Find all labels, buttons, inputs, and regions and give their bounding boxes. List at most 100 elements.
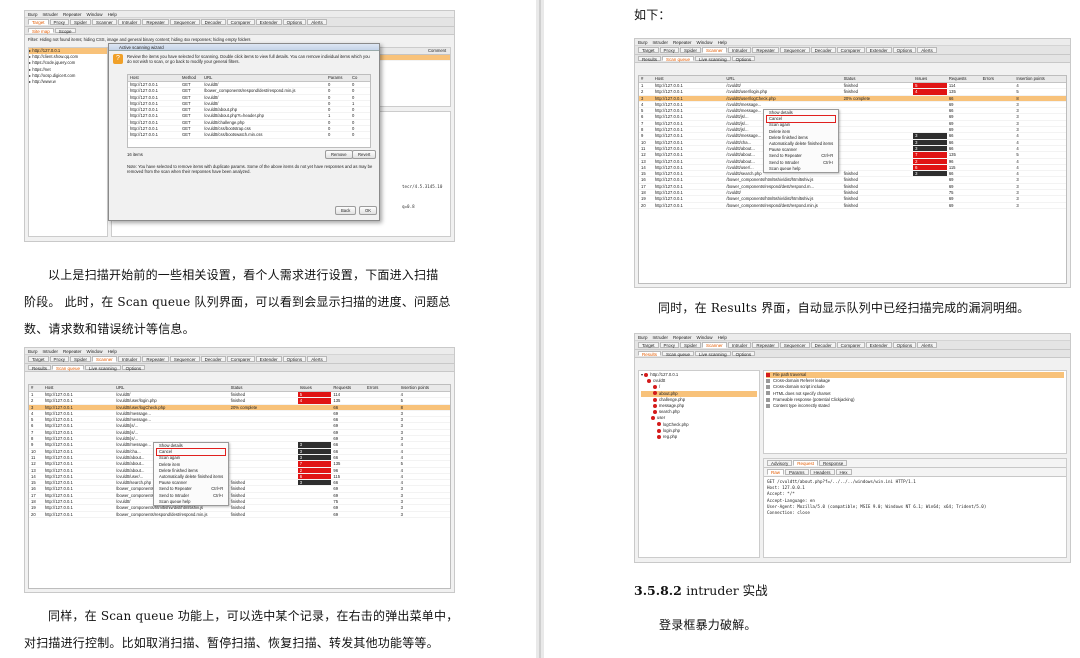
tab-alerts[interactable]: Alerts (917, 342, 937, 348)
tab-response[interactable]: Response (819, 460, 848, 466)
tab-target[interactable]: Target (638, 47, 659, 53)
table-row[interactable]: 20 http://127.0.0.1/bower_components/resp… (639, 203, 1066, 209)
tab-live-scanning[interactable]: Live scanning (695, 56, 731, 62)
menu-item[interactable]: Help (108, 12, 117, 17)
tab-scanner[interactable]: Scanner (702, 47, 727, 53)
tab-extender[interactable]: Extender (865, 47, 892, 53)
tab-proxy[interactable]: Proxy (49, 356, 70, 362)
context-menu-item-scan-queue-help[interactable]: Scan queue help (154, 499, 228, 505)
revert-button[interactable]: Revert (352, 150, 377, 159)
menu-item[interactable]: Intruder (43, 12, 59, 17)
tab-intruder[interactable]: Intruder (117, 19, 142, 25)
tab-live-scanning[interactable]: Live scanning (85, 365, 121, 371)
tab-comparer[interactable]: Comparer (226, 19, 255, 25)
column-header[interactable]: URL (724, 76, 841, 82)
menu-item[interactable]: Intruder (653, 335, 669, 340)
menu-item[interactable]: Burp (28, 12, 38, 17)
tab-raw[interactable]: Raw (767, 469, 785, 475)
column-header[interactable]: # (639, 76, 653, 82)
tab-options[interactable]: Options (892, 47, 917, 53)
column-header[interactable]: Host (653, 76, 725, 82)
column-header[interactable]: Issues (298, 385, 332, 391)
tab-options[interactable]: Options (121, 365, 146, 371)
tab-headers[interactable]: Headers (809, 469, 835, 475)
menu-item[interactable]: Burp (28, 349, 38, 354)
menu-item[interactable]: Window (697, 335, 713, 340)
column-header[interactable]: Errors (981, 76, 1015, 82)
tab-extender[interactable]: Extender (865, 342, 892, 348)
tab-intruder[interactable]: Intruder (727, 342, 752, 348)
tab-spider[interactable]: Spider (680, 47, 702, 53)
tab-params[interactable]: Params (785, 469, 809, 475)
tab-target[interactable]: Target (28, 356, 49, 362)
wizard-column-header[interactable]: Method (180, 75, 202, 81)
tab-options[interactable]: Options (282, 19, 307, 25)
tab-repeater[interactable]: Repeater (752, 342, 779, 348)
tab-scanner[interactable]: Scanner (702, 342, 727, 348)
column-header[interactable]: Errors (365, 385, 399, 391)
column-header[interactable]: Requests (947, 76, 981, 82)
tab-scan-queue[interactable]: Scan queue (662, 56, 695, 62)
tab-alerts[interactable]: Alerts (917, 47, 937, 53)
tree-node[interactable]: reg.php (641, 434, 757, 440)
tab-options[interactable]: Options (731, 351, 756, 357)
tab-target[interactable]: Target (638, 342, 659, 348)
tab-decoder[interactable]: Decoder (810, 342, 836, 348)
tab-options[interactable]: Options (282, 356, 307, 362)
tab-proxy[interactable]: Proxy (49, 19, 70, 25)
tab-sequencer[interactable]: Sequencer (169, 19, 200, 25)
tab-advisory[interactable]: Advisory (767, 460, 793, 466)
wizard-column-header[interactable]: Co (350, 75, 368, 81)
menu-item[interactable]: Burp (638, 335, 648, 340)
back-button[interactable]: Back (335, 206, 357, 215)
tab-repeater[interactable]: Repeater (142, 356, 169, 362)
tab-scan-queue[interactable]: Scan queue (662, 351, 695, 357)
remove-button[interactable]: Remove (325, 150, 353, 159)
ok-button[interactable]: OK (359, 206, 378, 215)
tab-comparer[interactable]: Comparer (836, 47, 865, 53)
menu-item[interactable]: Help (718, 335, 727, 340)
tab-results[interactable]: Results (28, 365, 52, 371)
menu-item[interactable]: Repeater (673, 335, 692, 340)
tab-results[interactable]: Results (638, 56, 662, 62)
tab-decoder[interactable]: Decoder (200, 356, 226, 362)
menu-item[interactable]: Intruder (43, 349, 59, 354)
tab-sequencer[interactable]: Sequencer (779, 47, 810, 53)
menu-item[interactable]: Repeater (63, 12, 82, 17)
tab-sequencer[interactable]: Sequencer (779, 342, 810, 348)
tab-proxy[interactable]: Proxy (659, 342, 680, 348)
tab-comparer[interactable]: Comparer (226, 356, 255, 362)
menu-item[interactable]: Help (108, 349, 117, 354)
tab-results[interactable]: Results (638, 351, 662, 357)
tab-request[interactable]: Request (793, 460, 819, 466)
tab-repeater[interactable]: Repeater (752, 47, 779, 53)
tab-options[interactable]: Options (892, 342, 917, 348)
column-header[interactable]: Host (43, 385, 114, 391)
tab-alerts[interactable]: Alerts (307, 356, 327, 362)
column-header[interactable]: Insertion points (399, 385, 450, 391)
tab-spider[interactable]: Spider (70, 19, 92, 25)
menu-item[interactable]: Window (697, 40, 713, 45)
tab-spider[interactable]: Spider (680, 342, 702, 348)
tab-options[interactable]: Options (731, 56, 756, 62)
tab-scanner[interactable]: Scanner (92, 356, 117, 362)
sitemap-item[interactable]: ▸ http://www.w (29, 79, 107, 85)
column-header[interactable]: Status (229, 385, 298, 391)
tab-hex[interactable]: Hex (835, 469, 852, 475)
column-header[interactable]: Issues (913, 76, 947, 82)
tab-extender[interactable]: Extender (255, 356, 282, 362)
wizard-column-header[interactable]: Params (326, 75, 350, 81)
column-header[interactable]: # (29, 385, 43, 391)
context-menu-item-scan-queue-help[interactable]: Scan queue help (764, 166, 838, 172)
menu-item[interactable]: Window (87, 12, 103, 17)
tab-intruder[interactable]: Intruder (117, 356, 142, 362)
tab-comparer[interactable]: Comparer (836, 342, 865, 348)
tab-repeater[interactable]: Repeater (142, 19, 169, 25)
tab-scope[interactable]: Scope (54, 28, 76, 34)
tab-alerts[interactable]: Alerts (307, 19, 327, 25)
column-header[interactable]: Requests (331, 385, 365, 391)
tab-intruder[interactable]: Intruder (727, 47, 752, 53)
menu-item[interactable]: Intruder (653, 40, 669, 45)
tab-sequencer[interactable]: Sequencer (169, 356, 200, 362)
menu-item[interactable]: Burp (638, 40, 648, 45)
